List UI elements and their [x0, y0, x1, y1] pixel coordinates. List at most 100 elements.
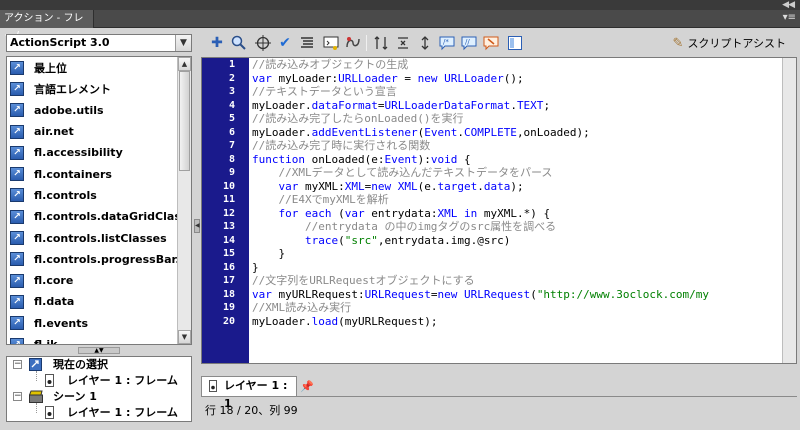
- code-line[interactable]: var myXML:XML=new XML(e.target.data);: [252, 180, 782, 194]
- package-list-item[interactable]: ↗ fl.controls: [7, 185, 191, 206]
- expand-all-icon[interactable]: [416, 34, 434, 52]
- tree-label-current-selection: 現在の選択: [53, 358, 108, 371]
- scroll-up-icon[interactable]: ▲: [178, 57, 191, 71]
- book-icon: ↗: [10, 316, 24, 331]
- code-line[interactable]: for each (var entrydata:XML in myXML.*) …: [252, 207, 782, 221]
- code-hint-icon[interactable]: [322, 34, 340, 52]
- code-line[interactable]: //テキストデータという宣言: [252, 85, 782, 99]
- code-line[interactable]: //entrydata の中のimgタグのsrc属性を調べる: [252, 220, 782, 234]
- package-list-scrollbar[interactable]: ▲ ▼: [177, 57, 191, 344]
- code-line[interactable]: var myURLRequest:URLRequest=new URLReque…: [252, 288, 782, 302]
- code-text: ;: [543, 98, 551, 112]
- book-icon: ↗: [10, 188, 24, 203]
- toggle-toolbox-icon[interactable]: ◀: [194, 219, 200, 233]
- tree-item-current-selection[interactable]: − 現在の選択: [7, 357, 191, 373]
- code-keyword: var: [252, 71, 279, 85]
- package-list-item[interactable]: ↗ 最上位: [7, 57, 191, 78]
- splitter-grip-icon[interactable]: ▲▼: [78, 347, 120, 354]
- script-tab-layer1[interactable]: レイヤー 1 : 1: [201, 376, 297, 410]
- add-statement-icon[interactable]: ✚: [208, 34, 226, 52]
- actions-toolbox: ActionScript 3.0 ▼ ↗ 最上位 ↗ 言語エレメント ↗ adobe.ut…: [6, 34, 194, 422]
- code-line[interactable]: //読み込み完了時に実行される関数: [252, 139, 782, 153]
- collapse-selection-icon[interactable]: [394, 34, 412, 52]
- package-list-item[interactable]: ↗ fl.controls.progressBar...: [7, 249, 191, 270]
- auto-format-icon[interactable]: [298, 34, 316, 52]
- line-number: 19: [222, 302, 235, 313]
- panel-menu-icon[interactable]: ▾≡: [783, 12, 796, 23]
- frame-icon: [207, 380, 219, 392]
- code-text: ();: [503, 71, 524, 85]
- scroll-down-icon[interactable]: ▼: [178, 330, 191, 344]
- code-line[interactable]: myLoader.dataFormat=URLLoaderDataFormat.…: [252, 99, 782, 113]
- pin-script-icon[interactable]: 📌: [300, 380, 314, 393]
- package-list-item[interactable]: ↗ 言語エレメント: [7, 78, 191, 99]
- package-list-item[interactable]: ↗ adobe.utils: [7, 100, 191, 121]
- package-list-item[interactable]: ↗ fl.events: [7, 313, 191, 334]
- panel-splitter[interactable]: ▲▼: [6, 347, 192, 355]
- scene-clapper-icon: [28, 390, 43, 403]
- code-line[interactable]: //文字列をURLRequestオブジェクトにする: [252, 274, 782, 288]
- code-line[interactable]: //XML読み込み実行: [252, 301, 782, 315]
- package-list-item[interactable]: ↗ fl.controls.dataGridClas...: [7, 206, 191, 227]
- editor-scrollbar[interactable]: [782, 58, 796, 363]
- package-list-item[interactable]: ↗ fl.accessibility: [7, 142, 191, 163]
- panel-tab-actions[interactable]: アクション - フレーム: [0, 10, 94, 42]
- check-syntax-icon[interactable]: ✔: [276, 34, 294, 52]
- collapse-toggle-icon[interactable]: −: [13, 360, 22, 369]
- actionscript-version-select[interactable]: ActionScript 3.0 ▼: [6, 34, 192, 52]
- actions-toolbar: ✚ ✔ /* // ✎ スクリプトアシスト: [200, 30, 800, 56]
- code-line[interactable]: //読み込みオブジェクトの生成: [252, 58, 782, 72]
- code-keyword: new: [371, 179, 398, 193]
- code-keyword: var: [252, 287, 279, 301]
- code-line[interactable]: myLoader.addEventListener(Event.COMPLETE…: [252, 126, 782, 140]
- show-hide-toolbox-icon[interactable]: [506, 34, 524, 52]
- debug-options-icon[interactable]: [344, 34, 362, 52]
- code-line[interactable]: //E4XでmyXMLを解析: [252, 193, 782, 207]
- code-keyword: load: [311, 314, 339, 328]
- line-number: 20: [222, 315, 235, 327]
- code-comment: //読み込みオブジェクトの生成: [252, 58, 409, 71]
- package-list[interactable]: ↗ 最上位 ↗ 言語エレメント ↗ adobe.utils ↗ air.net ↗ fl.acce…: [6, 56, 192, 345]
- find-icon[interactable]: [230, 34, 248, 52]
- code-keyword: XML: [437, 206, 464, 220]
- code-line[interactable]: function onLoaded(e:Event):void {: [252, 153, 782, 167]
- code-line[interactable]: var myLoader:URLLoader = new URLLoader()…: [252, 72, 782, 86]
- code-line[interactable]: }: [252, 261, 782, 275]
- script-assist-button[interactable]: ✎ スクリプトアシスト: [673, 35, 786, 51]
- package-list-item[interactable]: ↗ air.net: [7, 121, 191, 142]
- package-list-item[interactable]: ↗ fl.ik: [7, 334, 191, 344]
- remove-comment-icon[interactable]: [482, 34, 500, 52]
- collapse-panel-icon[interactable]: ◀◀: [782, 0, 795, 10]
- code-line[interactable]: trace("src",entrydata.img.@src): [252, 234, 782, 248]
- book-icon: ↗: [10, 273, 24, 288]
- package-label: fl.containers: [34, 167, 112, 181]
- tree-item-scene[interactable]: − シーン 1: [7, 389, 191, 405]
- package-list-item[interactable]: ↗ fl.containers: [7, 163, 191, 184]
- code-area[interactable]: //読み込みオブジェクトの生成 var myLoader:URLLoader = …: [252, 58, 782, 363]
- package-list-item[interactable]: ↗ fl.core: [7, 270, 191, 291]
- package-label: fl.controls.progressBar...: [34, 252, 188, 266]
- code-line[interactable]: //読み込み完了したらonLoaded()を実行: [252, 112, 782, 126]
- code-keyword: var: [344, 206, 372, 220]
- code-line[interactable]: //XMLデータとして読み込んだテキストデータをパース: [252, 166, 782, 180]
- script-editor[interactable]: 1 2 3 4 5 6 7 8 9 10 11 12 13 14 15 16 17 18 19 20 //読み込みオブ…: [201, 57, 797, 364]
- chevron-down-icon[interactable]: ▼: [175, 35, 191, 51]
- scroll-thumb[interactable]: [179, 71, 190, 171]
- apply-line-comment-icon[interactable]: //: [460, 34, 478, 52]
- code-text: {: [457, 152, 471, 166]
- package-list-item[interactable]: ↗ fl.data: [7, 291, 191, 312]
- package-label: fl.controls.listClasses: [34, 231, 167, 245]
- tree-item-scene-layer[interactable]: レイヤー 1 : フレーム: [7, 403, 191, 421]
- apply-block-comment-icon[interactable]: /*: [438, 34, 456, 52]
- tree-item-current-layer[interactable]: レイヤー 1 : フレーム: [7, 371, 191, 389]
- collapse-toggle-icon[interactable]: −: [13, 392, 22, 401]
- collapse-braces-icon[interactable]: [372, 34, 390, 52]
- code-line[interactable]: myLoader.load(myURLRequest);: [252, 315, 782, 329]
- line-number: 12: [222, 207, 235, 219]
- line-number-gutter: 1 2 3 4 5 6 7 8 9 10 11 12 13 14 15 16 17 18 19 20: [202, 58, 249, 363]
- code-line[interactable]: }: [252, 247, 782, 261]
- package-label: fl.data: [34, 295, 75, 309]
- target-path-icon[interactable]: [254, 34, 272, 52]
- package-list-item[interactable]: ↗ fl.controls.listClasses: [7, 227, 191, 248]
